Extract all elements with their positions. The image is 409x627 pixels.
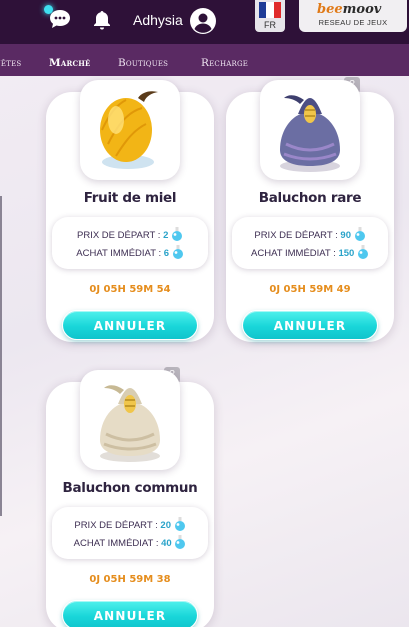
buyout-row: ACHAT IMMÉDIAT : 6 [52,245,208,259]
nav-item-quetes[interactable]: Quêtes [0,57,21,69]
potion-icon [172,227,182,241]
side-panel-edge [0,196,2,516]
price-box: PRIX DE DÉPART : 20 ACHAT IMMÉDIAT : 40 [52,507,208,559]
top-header: Adhysia FR beemoov RESEAU DE JEUX [0,0,409,44]
cancel-button[interactable]: ANNULER [62,600,198,627]
buyout-value: 40 [161,538,172,549]
avatar-icon[interactable] [189,7,217,35]
time-remaining: 0J 05H 59M 49 [269,284,351,295]
potion-icon [175,535,186,549]
market-card: Fruit de miel PRIX DE DÉPART : 2 ACHAT I… [46,80,214,342]
item-thumbnail [80,80,180,180]
honey-fruit-icon [100,91,158,169]
market-card: ? Baluchon rare PRIX DE DÉPART : 90 ACHA… [226,77,394,342]
france-flag-icon [259,2,281,18]
language-selector[interactable]: FR [255,0,285,32]
potion-icon [174,517,185,531]
rare-bundle-icon [280,95,340,172]
start-price-row: PRIX DE DÉPART : 90 [232,227,388,241]
bell-icon[interactable] [92,9,112,31]
chat-icon[interactable] [48,8,72,30]
time-remaining: 0J 05H 59M 38 [89,574,171,585]
nav-item-boutiques[interactable]: Boutiques [118,57,168,69]
item-name: Baluchon rare [258,190,362,206]
beemoov-logo: beemoov [317,2,382,17]
nav-item-recharge[interactable]: Recharge [201,57,248,69]
price-box: PRIX DE DÉPART : 2 ACHAT IMMÉDIAT : 6 [52,217,208,269]
nav-item-marche[interactable]: Marché [49,57,91,69]
item-name: Fruit de miel [83,190,177,206]
potion-icon [357,245,368,259]
beemoov-brand[interactable]: beemoov RESEAU DE JEUX [299,0,407,32]
time-remaining: 0J 05H 59M 54 [89,284,171,295]
language-code: FR [264,20,276,30]
username[interactable]: Adhysia [133,12,183,28]
start-price-row: PRIX DE DÉPART : 20 [52,517,208,531]
brand-subtitle: RESEAU DE JEUX [318,18,388,27]
buyout-value: 6 [163,248,170,259]
market-card: ? Baluchon commun PRIX DE DÉPART : 20 AC… [46,367,214,627]
potion-icon [354,227,365,241]
start-price-value: 2 [163,230,169,241]
item-thumbnail [80,370,180,470]
buyout-row: ACHAT IMMÉDIAT : 40 [52,535,208,549]
main-nav: Quêtes Marché Boutiques Recharge [0,44,409,76]
item-name: Baluchon commun [62,480,198,496]
start-price-value: 20 [160,520,171,531]
potion-icon [172,245,183,259]
price-box: PRIX DE DÉPART : 90 ACHAT IMMÉDIAT : 150 [232,217,388,269]
start-price-value: 90 [340,230,351,241]
cancel-button[interactable]: ANNULER [62,310,198,340]
cancel-button[interactable]: ANNULER [242,310,378,340]
common-bundle-icon [100,385,160,462]
buyout-value: 150 [338,248,355,259]
start-price-row: PRIX DE DÉPART : 2 [52,227,208,241]
buyout-row: ACHAT IMMÉDIAT : 150 [232,245,388,259]
item-thumbnail [260,80,360,180]
